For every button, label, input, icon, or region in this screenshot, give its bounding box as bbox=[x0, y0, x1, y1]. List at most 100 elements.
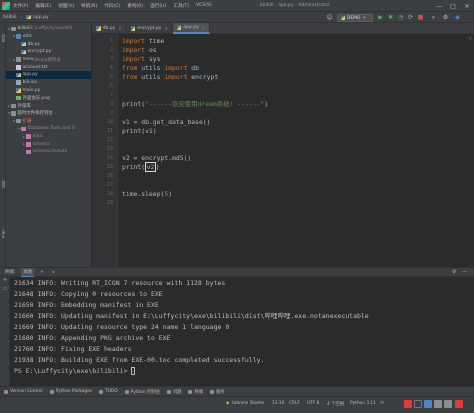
menu-navigate[interactable]: 导航(N) bbox=[81, 3, 97, 9]
tree-item[interactable]: ▸ schema bbox=[6, 141, 91, 149]
tab-app[interactable]: app.py ✕ bbox=[172, 23, 211, 34]
tree-item-label: 临时文件和控制台 bbox=[17, 111, 53, 117]
python-file-icon bbox=[26, 14, 31, 20]
python-console-icon bbox=[124, 389, 129, 394]
notification-icon[interactable] bbox=[455, 400, 463, 408]
tool-version-control[interactable]: Version Control bbox=[4, 389, 43, 394]
add-icon[interactable]: + bbox=[0, 277, 10, 286]
terminal-line: 21634 INFO: Writing RT_ICON 7 resource w… bbox=[14, 279, 226, 287]
tree-item[interactable]: schema.layouts bbox=[6, 148, 91, 156]
menu-vcs[interactable]: VCS(S) bbox=[196, 3, 212, 9]
folder-icon bbox=[16, 118, 21, 124]
skin-icon[interactable] bbox=[444, 400, 452, 408]
python-file-icon bbox=[16, 88, 21, 93]
tree-item[interactable]: main.py bbox=[6, 87, 91, 95]
file-encoding[interactable]: UTF-8 bbox=[307, 401, 320, 406]
cursor-position[interactable]: 13:10 bbox=[272, 401, 284, 406]
tree-item[interactable]: 外面会员.png bbox=[6, 94, 91, 102]
minimize-button[interactable]: — bbox=[432, 0, 446, 12]
menu-refactor[interactable]: 重构(R) bbox=[127, 3, 143, 9]
code-token: utils bbox=[137, 73, 165, 81]
profile-icon[interactable]: ⟳ bbox=[407, 14, 414, 21]
microphone-icon[interactable] bbox=[424, 400, 432, 408]
run-icon[interactable]: ▶ bbox=[377, 14, 384, 21]
tree-item[interactable]: ▾ 临时文件和控制台 bbox=[6, 110, 91, 118]
indent-setting[interactable]: 4 个空格 bbox=[327, 401, 344, 407]
line-separator[interactable]: CRLF bbox=[289, 401, 300, 406]
line-number-gutter: 1 2 3 4 5 6 7 8 9 10 11 12 13 14 15 16 17 18 19 bbox=[92, 34, 118, 267]
folder-pink-icon bbox=[26, 142, 31, 147]
run-config-select[interactable]: DEMO ▾ bbox=[337, 14, 373, 22]
menu-view[interactable]: 视图(V) bbox=[58, 3, 74, 9]
lock-icon[interactable]: ⊡ bbox=[380, 401, 384, 406]
tab-db[interactable]: db.py ✕ bbox=[92, 23, 127, 34]
python-interpreter[interactable]: Python 3.11 bbox=[350, 401, 376, 406]
plugin-icon[interactable]: ◆ bbox=[454, 14, 461, 21]
tool-terminal[interactable]: 终端 bbox=[188, 389, 203, 395]
tool-problems[interactable]: 问题 bbox=[166, 389, 181, 395]
tab-encrypt[interactable]: encrypt.py ✕ bbox=[127, 23, 173, 34]
tree-item[interactable]: ▸ 外部库 bbox=[6, 102, 91, 110]
terminal-line: 21650 INFO: Embedding manifest in EXE bbox=[14, 301, 159, 309]
folder-icon bbox=[16, 57, 21, 62]
terminal-icon bbox=[188, 389, 193, 394]
tree-item[interactable]: encrypt.py bbox=[6, 48, 91, 56]
new-terminal-button[interactable]: + bbox=[38, 269, 46, 276]
tool-todo[interactable]: TODO bbox=[99, 389, 118, 394]
terminal-session-icon[interactable]: ▭ bbox=[0, 286, 10, 295]
breadcrumb-separator: › bbox=[20, 14, 23, 20]
user-icon[interactable]: ☺ bbox=[326, 14, 333, 21]
tab-local[interactable]: 本地 bbox=[21, 267, 35, 277]
emoji-icon[interactable] bbox=[434, 400, 442, 408]
tree-item[interactable]: ▾ utils bbox=[6, 33, 91, 41]
tool-python-console[interactable]: Python 控制台 bbox=[124, 389, 160, 395]
stop-icon[interactable]: ■ bbox=[417, 14, 424, 21]
inspection-ok-icon[interactable]: ✓ bbox=[469, 36, 472, 42]
menu-edit[interactable]: 编辑(E) bbox=[35, 3, 51, 9]
ime-icon[interactable] bbox=[404, 400, 412, 408]
close-icon[interactable]: ✕ bbox=[118, 26, 121, 31]
tabnine-status[interactable]: tabnine Starter bbox=[232, 401, 265, 406]
tool-python-packages[interactable]: Python Packages bbox=[49, 389, 92, 394]
hide-icon[interactable]: — bbox=[462, 269, 467, 275]
tree-item[interactable]: ▸ data bbox=[6, 133, 91, 141]
terminal-line: 21660 INFO: Updating manifest in E:\Luff… bbox=[14, 312, 369, 320]
tree-item[interactable]: db.py bbox=[6, 40, 91, 48]
settings-gear-icon[interactable]: ⚙ bbox=[442, 14, 449, 21]
terminal-output[interactable]: 21634 INFO: Writing RT_ICON 7 resource w… bbox=[0, 277, 474, 386]
tree-item[interactable]: ▾ bilibili E:\Luffycity\exe\bili bbox=[6, 25, 91, 33]
tool-services[interactable]: 服务 bbox=[210, 389, 225, 395]
terminal-dropdown-button[interactable]: ∨ bbox=[50, 269, 57, 276]
code-token: print(v1) bbox=[122, 127, 157, 135]
settings-gear-icon[interactable]: ⚙ bbox=[452, 269, 456, 275]
text-file-icon bbox=[16, 65, 21, 70]
tree-item-label: encrypt.py bbox=[27, 49, 52, 55]
coverage-icon[interactable]: ◔ bbox=[397, 14, 404, 21]
tree-item[interactable]: app.py bbox=[6, 71, 91, 79]
pycharm-logo-icon bbox=[2, 1, 10, 10]
code-token: ) bbox=[155, 163, 160, 171]
debug-icon[interactable]: ✱ bbox=[387, 14, 394, 21]
search-icon[interactable]: ⌕ bbox=[430, 14, 437, 21]
menu-code[interactable]: 代码(C) bbox=[104, 3, 120, 9]
close-icon[interactable]: ✕ bbox=[164, 26, 167, 31]
tree-item[interactable]: account.txt bbox=[6, 64, 91, 72]
tree-item[interactable]: ▾ Database Tools and S bbox=[6, 125, 91, 133]
tree-item[interactable]: ▸ venv library根目录 bbox=[6, 56, 91, 64]
tree-item[interactable]: ▾ 扩展 bbox=[6, 117, 91, 125]
keyboard-icon[interactable] bbox=[414, 400, 422, 408]
tree-item-label: Database Tools and S bbox=[27, 126, 75, 132]
tree-item[interactable]: bili.ico bbox=[6, 79, 91, 87]
code-token: db bbox=[187, 64, 199, 72]
close-icon[interactable]: ✕ bbox=[202, 25, 205, 30]
menu-run[interactable]: 运行(U) bbox=[150, 3, 166, 9]
breadcrumb-file[interactable]: app.py bbox=[33, 15, 49, 20]
maximize-button[interactable]: □ bbox=[446, 0, 460, 12]
code-line: time.sleep(5) bbox=[122, 190, 172, 199]
breadcrumb-project[interactable]: bilibili bbox=[3, 15, 17, 20]
menu-tools[interactable]: 工具(T) bbox=[173, 3, 189, 9]
close-button[interactable]: ✕ bbox=[460, 0, 474, 12]
code-editor[interactable]: ✓ import time import os import sys from uti… bbox=[118, 34, 474, 267]
menu-file[interactable]: 文件(F) bbox=[13, 3, 28, 9]
line-number: 19 bbox=[106, 200, 113, 206]
